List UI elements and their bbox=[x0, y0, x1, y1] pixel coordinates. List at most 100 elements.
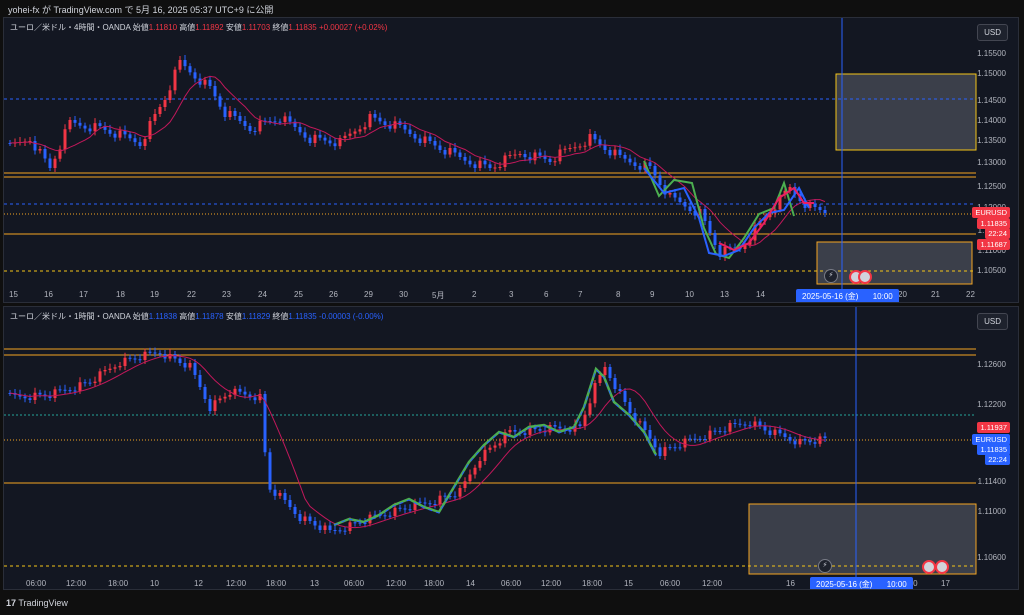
candle-body[interactable] bbox=[803, 439, 807, 441]
candle-body[interactable] bbox=[428, 136, 432, 142]
candle-body[interactable] bbox=[183, 60, 187, 67]
candle-body[interactable] bbox=[28, 398, 32, 400]
candle-body[interactable] bbox=[533, 427, 537, 430]
candle-body[interactable] bbox=[453, 496, 457, 498]
candle-body[interactable] bbox=[818, 207, 822, 210]
candle-body[interactable] bbox=[453, 148, 457, 153]
event-icon[interactable]: ⚡ bbox=[818, 559, 832, 573]
candle-body[interactable] bbox=[748, 425, 752, 427]
candle-body[interactable] bbox=[243, 121, 247, 126]
candle-body[interactable] bbox=[78, 122, 82, 126]
candle-body[interactable] bbox=[458, 152, 462, 158]
candle-body[interactable] bbox=[278, 493, 282, 496]
candle-body[interactable] bbox=[118, 366, 122, 368]
candle-body[interactable] bbox=[283, 116, 287, 122]
candle-body[interactable] bbox=[63, 129, 67, 150]
candle-body[interactable] bbox=[218, 96, 222, 107]
candle-body[interactable] bbox=[73, 390, 77, 392]
candle-body[interactable] bbox=[238, 388, 242, 392]
candle-body[interactable] bbox=[673, 447, 677, 449]
candle-body[interactable] bbox=[783, 433, 787, 437]
candle-body[interactable] bbox=[638, 421, 642, 423]
candle-body[interactable] bbox=[613, 378, 617, 389]
candle-body[interactable] bbox=[813, 204, 817, 207]
candle-body[interactable] bbox=[298, 514, 302, 521]
candle-body[interactable] bbox=[303, 132, 307, 138]
candle-body[interactable] bbox=[283, 493, 287, 500]
candle-body[interactable] bbox=[193, 72, 197, 79]
candle-body[interactable] bbox=[478, 160, 482, 168]
candle-body[interactable] bbox=[683, 202, 687, 207]
candle-body[interactable] bbox=[163, 100, 167, 107]
candle-body[interactable] bbox=[53, 389, 57, 398]
candle-body[interactable] bbox=[153, 352, 157, 354]
candle-body[interactable] bbox=[193, 363, 197, 375]
candle-body[interactable] bbox=[128, 357, 132, 359]
candle-body[interactable] bbox=[48, 158, 52, 169]
candle-body[interactable] bbox=[233, 111, 237, 116]
candle-body[interactable] bbox=[608, 367, 612, 378]
candle-body[interactable] bbox=[358, 522, 362, 524]
candle-body[interactable] bbox=[333, 530, 337, 531]
candle-body[interactable] bbox=[693, 438, 697, 440]
event-icon[interactable]: ⚡ bbox=[824, 269, 838, 283]
candle-body[interactable] bbox=[473, 467, 477, 475]
candle-body[interactable] bbox=[373, 114, 377, 118]
candle-body[interactable] bbox=[538, 152, 542, 156]
candle-body[interactable] bbox=[428, 503, 432, 505]
candle-body[interactable] bbox=[623, 155, 627, 159]
candle-body[interactable] bbox=[413, 134, 417, 139]
candle-body[interactable] bbox=[458, 488, 462, 497]
candle-body[interactable] bbox=[603, 367, 607, 375]
candle-body[interactable] bbox=[583, 414, 587, 426]
candle-body[interactable] bbox=[223, 106, 227, 117]
candle-body[interactable] bbox=[23, 396, 27, 399]
candle-body[interactable] bbox=[423, 502, 427, 504]
candle-body[interactable] bbox=[48, 396, 52, 398]
candle-body[interactable] bbox=[143, 139, 147, 146]
candle-body[interactable] bbox=[498, 167, 502, 168]
candle-body[interactable] bbox=[798, 439, 802, 445]
candle-body[interactable] bbox=[408, 509, 412, 511]
candle-body[interactable] bbox=[268, 452, 272, 490]
candle-body[interactable] bbox=[548, 158, 552, 162]
candle-body[interactable] bbox=[98, 371, 102, 382]
candle-body[interactable] bbox=[563, 148, 567, 150]
candle-body[interactable] bbox=[208, 79, 212, 86]
candle-body[interactable] bbox=[553, 425, 557, 427]
candle-body[interactable] bbox=[148, 351, 152, 353]
candle-body[interactable] bbox=[768, 430, 772, 436]
candle-body[interactable] bbox=[93, 381, 97, 383]
candle-body[interactable] bbox=[383, 121, 387, 125]
candle-body[interactable] bbox=[343, 135, 347, 138]
candle-body[interactable] bbox=[323, 525, 327, 531]
candle-body[interactable] bbox=[98, 123, 102, 126]
candle-body[interactable] bbox=[468, 474, 472, 482]
candle-body[interactable] bbox=[403, 508, 407, 510]
candle-body[interactable] bbox=[343, 530, 347, 532]
candle-body[interactable] bbox=[288, 500, 292, 507]
candle-body[interactable] bbox=[653, 166, 657, 176]
candle-body[interactable] bbox=[513, 154, 517, 156]
candle-body[interactable] bbox=[318, 525, 322, 531]
candle-body[interactable] bbox=[198, 375, 202, 387]
candle-body[interactable] bbox=[633, 162, 637, 166]
candle-body[interactable] bbox=[823, 210, 827, 213]
candle-body[interactable] bbox=[218, 398, 222, 401]
currency-button[interactable]: USD bbox=[977, 24, 1008, 41]
candle-body[interactable] bbox=[393, 121, 397, 129]
tradingview-logo[interactable]: 17 TradingView bbox=[6, 598, 68, 608]
candle-body[interactable] bbox=[703, 439, 707, 440]
candle-body[interactable] bbox=[498, 443, 502, 446]
candle-body[interactable] bbox=[723, 431, 727, 433]
candle-body[interactable] bbox=[418, 501, 422, 503]
candle-body[interactable] bbox=[68, 120, 72, 130]
candle-body[interactable] bbox=[613, 149, 617, 156]
candle-body[interactable] bbox=[668, 193, 672, 195]
candle-body[interactable] bbox=[393, 507, 397, 516]
candle-body[interactable] bbox=[683, 438, 687, 448]
candle-body[interactable] bbox=[328, 525, 332, 531]
candle-body[interactable] bbox=[298, 127, 302, 133]
candle-body[interactable] bbox=[313, 521, 317, 526]
candle-body[interactable] bbox=[223, 396, 227, 399]
